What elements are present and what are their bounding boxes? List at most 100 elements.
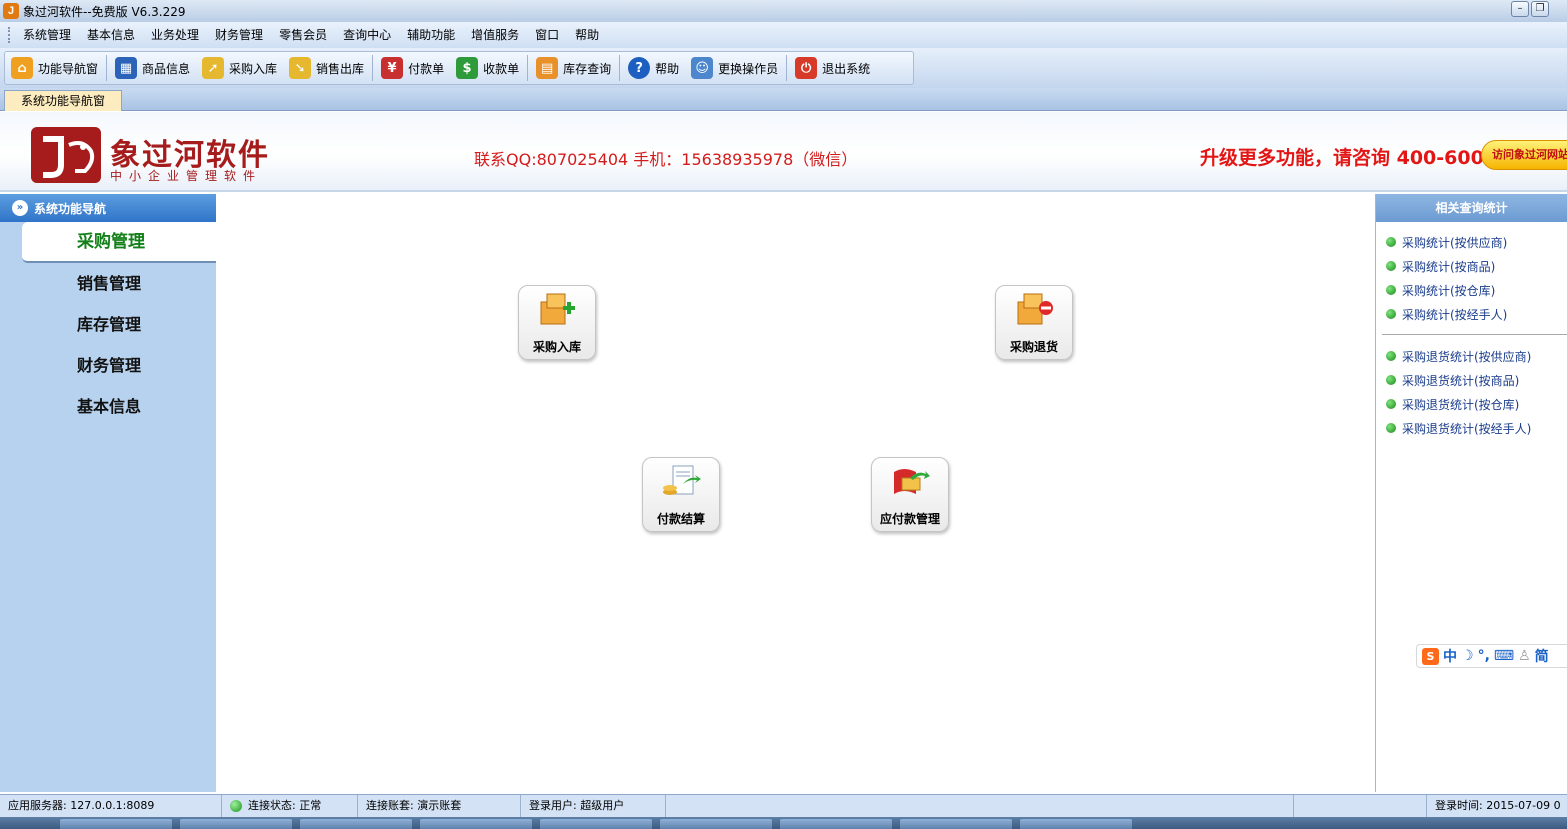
tab-strip: 系统功能导航窗 <box>0 88 1567 111</box>
status-login-time: 登录时间: 2015-07-09 0 <box>1435 799 1561 812</box>
menu-grip <box>8 27 11 43</box>
purchase-in-button[interactable]: 采购入库 <box>518 285 596 360</box>
status-connection: 连接状态: 正常 <box>222 795 358 817</box>
app-logo-icon: J <box>3 3 19 19</box>
moon-icon[interactable]: ☽ <box>1461 648 1474 664</box>
menu-business[interactable]: 业务处理 <box>143 22 207 48</box>
visit-website-button[interactable]: 访问象过河网站 <box>1481 140 1567 170</box>
toolbar-help-button[interactable]: ? 帮助 <box>622 53 685 83</box>
green-dot-icon <box>1386 309 1396 319</box>
taskbar-item[interactable] <box>780 819 892 829</box>
query-link-purchase-by-handler[interactable]: 采购统计(按经手人) <box>1386 302 1567 326</box>
ime-simplified[interactable]: 简 <box>1535 646 1549 666</box>
nav-item-purchase[interactable]: 采购管理 <box>22 222 216 263</box>
toolbar-nav-window-button[interactable]: ⌂ 功能导航窗 <box>5 53 104 83</box>
payment-settlement-button[interactable]: 付款结算 <box>642 457 720 532</box>
query-link-label: 采购退货统计(按经手人) <box>1402 421 1532 436</box>
related-query-list: 采购统计(按供应商) 采购统计(按商品) 采购统计(按仓库) 采购统计(按经手人… <box>1376 222 1567 440</box>
menu-query-center[interactable]: 查询中心 <box>335 22 399 48</box>
folder-out-icon: ➘ <box>289 57 312 79</box>
toolbar-label: 更换操作员 <box>718 61 779 76</box>
taskbar-item[interactable] <box>1020 819 1132 829</box>
taskbar-item[interactable] <box>180 819 292 829</box>
tab-system-nav-window[interactable]: 系统功能导航窗 <box>4 90 122 111</box>
menu-system[interactable]: 系统管理 <box>15 22 79 48</box>
ime-mode[interactable]: 中 <box>1443 646 1457 666</box>
payment-settle-icon <box>663 465 701 495</box>
double-chevron-icon: » <box>12 200 28 216</box>
nav-item-inventory[interactable]: 库存管理 <box>0 304 216 345</box>
toolbar-label: 商品信息 <box>142 61 191 76</box>
query-link-label: 采购统计(按仓库) <box>1402 283 1496 298</box>
minimize-icon[interactable]: – <box>1511 1 1529 17</box>
green-dot-icon <box>1386 237 1396 247</box>
nav-item-finance[interactable]: 财务管理 <box>0 345 216 386</box>
toolbar-payment-button[interactable]: ¥ 付款单 <box>375 53 450 83</box>
query-link-return-by-supplier[interactable]: 采购退货统计(按供应商) <box>1386 344 1567 368</box>
green-dot-icon <box>1386 285 1396 295</box>
function-label: 采购退货 <box>1009 340 1058 354</box>
menu-help[interactable]: 帮助 <box>567 22 607 48</box>
query-link-return-by-handler[interactable]: 采购退货统计(按经手人) <box>1386 416 1567 440</box>
menu-value-added[interactable]: 增值服务 <box>463 22 527 48</box>
menu-window[interactable]: 窗口 <box>527 22 567 48</box>
query-link-return-by-product[interactable]: 采购退货统计(按商品) <box>1386 368 1567 392</box>
toolbar: ⌂ 功能导航窗 ▦ 商品信息 ➚ 采购入库 ➘ 销售出库 ¥ 付款单 $ 收款单… <box>0 48 1567 88</box>
taskbar-item[interactable] <box>420 819 532 829</box>
status-server: 应用服务器: 127.0.0.1:8089 <box>0 795 222 817</box>
contact-info: 联系QQ:807025404 手机：15638935978（微信） <box>474 150 858 169</box>
punctuation-icon[interactable]: °, <box>1478 648 1490 664</box>
taskbar-item[interactable] <box>300 819 412 829</box>
query-link-label: 采购退货统计(按仓库) <box>1402 397 1520 412</box>
inventory-icon: ▤ <box>536 57 559 79</box>
query-link-purchase-by-product[interactable]: 采购统计(按商品) <box>1386 254 1567 278</box>
query-link-purchase-by-supplier[interactable]: 采购统计(按供应商) <box>1386 230 1567 254</box>
payables-management-button[interactable]: 应付款管理 <box>871 457 949 532</box>
title-bar: J 象过河软件--免费版 V6.3.229 – ❐ <box>0 0 1567 22</box>
keyboard-icon[interactable]: ⌨ <box>1494 648 1514 664</box>
toolbar-separator <box>372 55 374 81</box>
folder-in-icon: ➚ <box>202 57 225 79</box>
user-icon[interactable]: ♙ <box>1518 648 1531 664</box>
menu-bar: 系统管理 基本信息 业务处理 财务管理 零售会员 查询中心 辅助功能 增值服务 … <box>0 22 1567 48</box>
ime-toolbar[interactable]: S 中 ☽ °, ⌨ ♙ 简 <box>1416 644 1567 668</box>
query-link-return-by-warehouse[interactable]: 采购退货统计(按仓库) <box>1386 392 1567 416</box>
brand-subtitle: 中小企业管理软件 <box>110 169 263 183</box>
ime-logo-icon: S <box>1422 647 1439 665</box>
toolbar-inventory-button[interactable]: ▤ 库存查询 <box>530 53 617 83</box>
os-taskbar <box>0 817 1567 829</box>
toolbar-switch-operator-button[interactable]: ☺ 更换操作员 <box>685 53 784 83</box>
payables-icon <box>894 469 930 494</box>
nav-item-basic-info[interactable]: 基本信息 <box>0 386 216 427</box>
menu-finance[interactable]: 财务管理 <box>207 22 271 48</box>
menu-retail-member[interactable]: 零售会员 <box>271 22 335 48</box>
purchase-in-icon <box>540 293 575 325</box>
toolbar-label: 退出系统 <box>822 61 871 76</box>
toolbar-product-info-button[interactable]: ▦ 商品信息 <box>109 53 196 83</box>
toolbar-receipt-button[interactable]: $ 收款单 <box>450 53 525 83</box>
toolbar-separator <box>527 55 529 81</box>
taskbar-item[interactable] <box>900 819 1012 829</box>
purchase-return-button[interactable]: 采购退货 <box>995 285 1073 360</box>
home-icon: ⌂ <box>11 57 33 79</box>
menu-auxiliary[interactable]: 辅助功能 <box>399 22 463 48</box>
taskbar-item[interactable] <box>660 819 772 829</box>
taskbar-item[interactable] <box>540 819 652 829</box>
query-link-label: 采购统计(按供应商) <box>1402 235 1508 250</box>
menu-basic-info[interactable]: 基本信息 <box>79 22 143 48</box>
toolbar-separator <box>619 55 621 81</box>
related-query-panel: 相关查询统计 采购统计(按供应商) 采购统计(按商品) 采购统计(按仓库) 采购… <box>1375 194 1567 792</box>
toolbar-purchase-in-button[interactable]: ➚ 采购入库 <box>196 53 283 83</box>
function-label: 采购入库 <box>532 340 581 354</box>
restore-icon[interactable]: ❐ <box>1531 1 1549 17</box>
nav-item-sales[interactable]: 销售管理 <box>0 263 216 304</box>
green-dot-icon <box>1386 375 1396 385</box>
toolbar-sales-out-button[interactable]: ➘ 销售出库 <box>283 53 370 83</box>
status-account: 连接账套: 演示账套 <box>358 795 521 817</box>
function-label: 应付款管理 <box>879 512 940 526</box>
query-link-purchase-by-warehouse[interactable]: 采购统计(按仓库) <box>1386 278 1567 302</box>
taskbar-item[interactable] <box>60 819 172 829</box>
toolbar-exit-button[interactable]: ⏻ 退出系统 <box>789 53 876 83</box>
toolbar-group: ⌂ 功能导航窗 ▦ 商品信息 ➚ 采购入库 ➘ 销售出库 ¥ 付款单 $ 收款单… <box>4 51 914 85</box>
green-dot-icon <box>1386 351 1396 361</box>
